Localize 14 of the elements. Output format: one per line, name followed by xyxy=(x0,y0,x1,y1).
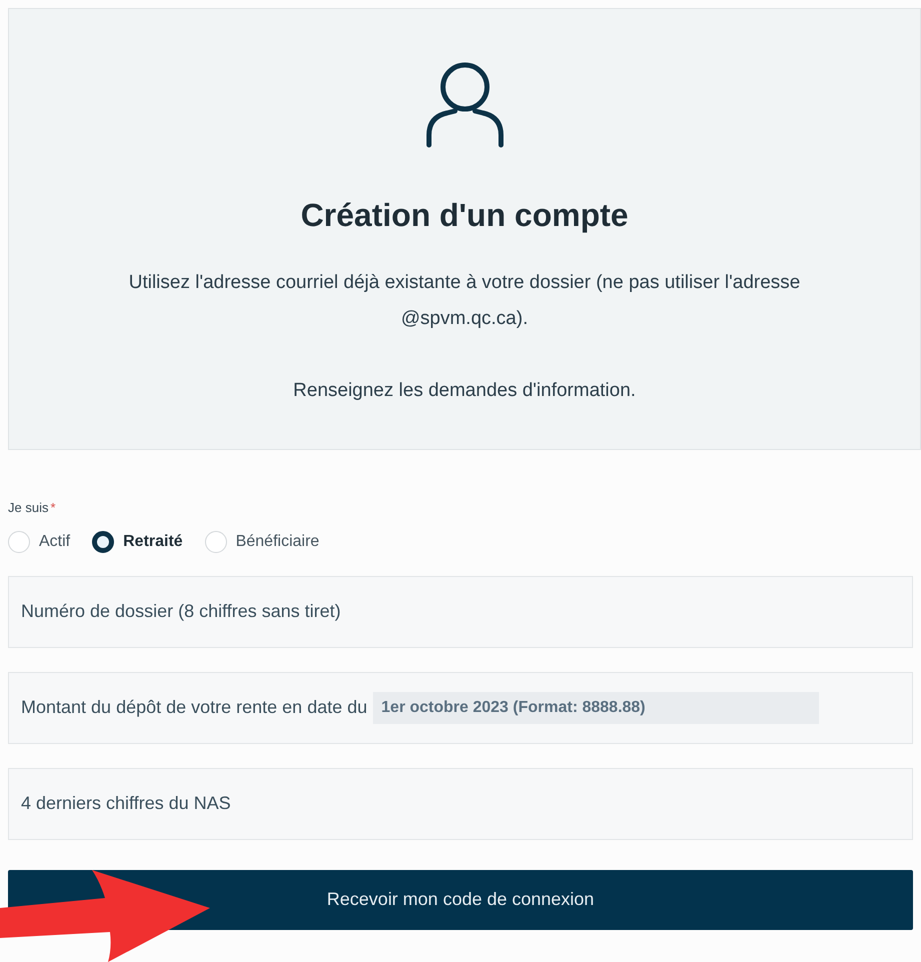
field-placeholder: Montant du dépôt de votre rente en date du xyxy=(21,696,368,719)
radio-option[interactable]: Retraité xyxy=(92,530,183,554)
format-hint: 1er octobre 2023 (Format: 8888.88) xyxy=(373,692,820,724)
input-field[interactable]: 4 derniers chiffres du NAS xyxy=(8,768,913,840)
radio-button[interactable] xyxy=(92,530,114,552)
page-title: Création d'un compte xyxy=(300,196,628,235)
radio-option[interactable]: Bénéficiaire xyxy=(204,530,320,554)
instruction-text: Utilisez l'adresse courriel déjà existante à votre dossier (ne pas utiliser l'adresse @spvm.qc.ca). xyxy=(128,271,802,331)
label-text: Je suis xyxy=(8,500,48,515)
instruction-text: Renseignez les demandes d'information. xyxy=(292,379,637,403)
input-field[interactable]: Montant du dépôt de votre rente en date du 1er octobre 2023 (Format: 8888.88) xyxy=(8,672,913,744)
radio-option[interactable]: Actif xyxy=(8,530,70,554)
required-mark: * xyxy=(50,500,56,515)
input-field[interactable]: Numéro de dossier (8 chiffres sans tiret) xyxy=(8,576,913,648)
